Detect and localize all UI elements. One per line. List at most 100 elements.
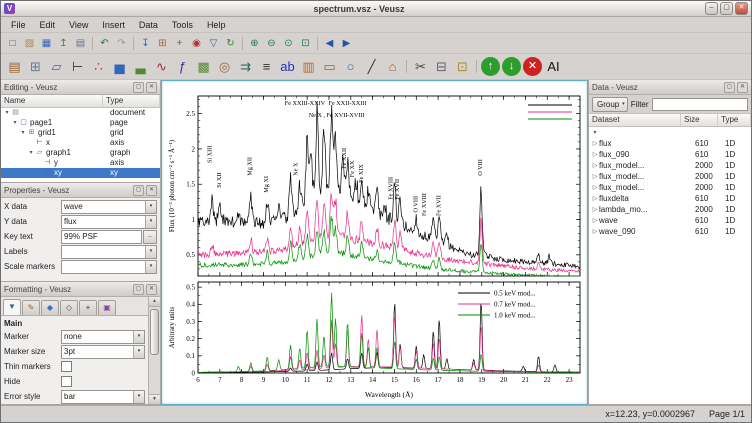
zoom-out-icon[interactable]: ⊖ [264,36,279,51]
scroll-down-icon[interactable]: ▼ [149,394,160,404]
dataset-column-header[interactable]: Size [681,114,718,126]
save-document-icon[interactable]: ▦ [39,36,54,51]
combo-error-style[interactable]: bar▾ [61,390,145,404]
add-page-icon[interactable]: ▤ [5,57,24,76]
cut-icon[interactable]: ✂ [411,57,430,76]
paste-icon[interactable]: ⊡ [453,57,472,76]
tree-item-y[interactable]: ⊣yaxis [1,158,160,168]
combo-x-data[interactable]: wave▾ [61,200,157,214]
expand-arrow-icon[interactable]: ▾ [11,118,19,128]
zoom-1-1-icon[interactable]: ⊙ [281,36,296,51]
redo-icon[interactable]: ↷ [114,36,129,51]
add-rectangle-icon[interactable]: ▭ [320,57,339,76]
expand-arrow-icon[interactable]: ▷ [591,184,599,191]
dropdown-arrow-icon[interactable]: ▾ [133,391,144,403]
close-panel-button[interactable]: ✕ [146,185,157,196]
expand-arrow-icon[interactable]: ▷ [591,217,599,224]
export-icon[interactable]: ↥ [56,36,71,51]
minimize-button[interactable]: – [705,2,718,15]
add-colorbar-icon[interactable]: ▥ [299,57,318,76]
add-vector-field-icon[interactable]: ⇉ [236,57,255,76]
format-marker-border-tab[interactable]: ◇ [60,300,78,315]
tree-item-xy[interactable]: ∴xyxy [1,168,160,178]
dataset-row-flux-model[interactable]: ▷flux_model...20001D [589,160,751,171]
add-xy-icon[interactable]: ∴ [89,57,108,76]
add-image-icon[interactable]: ▩ [194,57,213,76]
expand-arrow-icon[interactable]: ▾ [19,128,27,138]
expand-arrow-icon[interactable]: ▷ [591,206,599,213]
tree-column-header[interactable]: Name [1,95,103,107]
tree-column-header[interactable]: Type [103,95,160,107]
expand-arrow-icon[interactable]: ▷ [591,228,599,235]
format-marker-fill-tab[interactable]: ◆ [41,300,59,315]
dataset-column-header[interactable]: Dataset [589,114,681,126]
dataset-row-fluxdelta[interactable]: ▷fluxdelta6101D [589,193,751,204]
dropdown-arrow-icon[interactable]: ▾ [133,331,144,343]
add-polygon-icon[interactable]: ⌂ [383,57,402,76]
create-data-icon[interactable]: + [172,36,187,51]
dropdown-arrow-icon[interactable]: ▾ [145,216,156,228]
zoom-page-icon[interactable]: ⊡ [298,36,313,51]
add-ellipse-icon[interactable]: ○ [341,57,360,76]
tree-item-page1[interactable]: ▾▢page1page [1,118,160,128]
zoom-in-icon[interactable]: ⊕ [247,36,262,51]
reload-data-icon[interactable]: ↻ [223,36,238,51]
menu-insert[interactable]: Insert [95,19,132,31]
format-error-bar-tab[interactable]: + [79,300,97,315]
expand-arrow-icon[interactable]: ▾ [3,108,11,118]
new-document-icon[interactable]: □ [5,36,20,51]
group-button[interactable]: Group ▾ [592,97,628,112]
add-axis-label-icon[interactable]: ab [278,57,297,76]
tree-item-x[interactable]: ⊢xaxis [1,138,160,148]
dataset-row-wave-090[interactable]: ▷wave_0906101D [589,226,751,237]
float-panel-button[interactable]: ◻ [133,82,144,93]
close-panel-button[interactable]: ✕ [146,284,157,295]
next-page-icon[interactable]: ▶ [339,36,354,51]
dataset-row-flux[interactable]: ▷flux6101D [589,138,751,149]
dropdown-arrow-icon[interactable]: ▾ [145,201,156,213]
formatting-scrollbar[interactable]: ▲ ▼ [148,297,160,404]
expand-arrow-icon[interactable]: ▷ [591,151,599,158]
format-plot-line-tab[interactable]: ✎ [22,300,40,315]
float-panel-button[interactable]: ◻ [133,284,144,295]
dropdown-arrow-icon[interactable]: ▾ [133,346,144,358]
dataset-row-flux-090[interactable]: ▷flux_0906101D [589,149,751,160]
filter-data-icon[interactable]: ▽ [206,36,221,51]
combo-marker-size[interactable]: 3pt▾ [61,345,145,359]
edit-text-button[interactable]: .. [143,230,157,244]
undo-icon[interactable]: ↶ [97,36,112,51]
menu-edit[interactable]: Edit [33,19,63,31]
add-graph-icon[interactable]: ▱ [47,57,66,76]
input-key-text[interactable]: 99% PSF [61,230,142,244]
add-grid-icon[interactable]: ⊞ [26,57,45,76]
close-button[interactable]: ✕ [735,2,748,15]
menu-view[interactable]: View [62,19,95,31]
checkbox-hide[interactable] [61,376,72,387]
ai-icon[interactable]: AI [544,57,563,76]
capture-data-icon[interactable]: ◉ [189,36,204,51]
tree-item-graph1[interactable]: ▾▱graph1graph [1,148,160,158]
dropdown-arrow-icon[interactable]: ▾ [145,246,156,258]
dataset-column-header[interactable]: Type [718,114,751,126]
float-panel-button[interactable]: ◻ [133,185,144,196]
menu-help[interactable]: Help [200,19,233,31]
edit-data-icon[interactable]: ⊞ [155,36,170,51]
expand-arrow-icon[interactable]: ▾ [27,148,35,158]
tree-item-grid1[interactable]: ▾⊞grid1grid [1,128,160,138]
format-main-tab[interactable]: ▼ [3,299,21,315]
dataset-row-wave[interactable]: ▷wave6101D [589,215,751,226]
combo-labels[interactable]: ▾ [61,245,157,259]
combo-marker[interactable]: none▾ [61,330,145,344]
format-color-tab[interactable]: ▣ [98,300,116,315]
copy-icon[interactable]: ⊟ [432,57,451,76]
add-axis-icon[interactable]: ⊢ [68,57,87,76]
import-data-icon[interactable]: ↧ [138,36,153,51]
add-line-icon[interactable]: ╱ [362,57,381,76]
menu-data[interactable]: Data [132,19,165,31]
open-document-icon[interactable]: ▧ [22,36,37,51]
delete-widget-icon[interactable]: ✕ [523,57,542,76]
tree-item-document[interactable]: ▾▤document [1,108,160,118]
menu-file[interactable]: File [4,19,33,31]
dataset-row-lambda-mo[interactable]: ▷lambda_mo...20001D [589,204,751,215]
combo-scale-markers[interactable]: ▾ [61,260,157,274]
